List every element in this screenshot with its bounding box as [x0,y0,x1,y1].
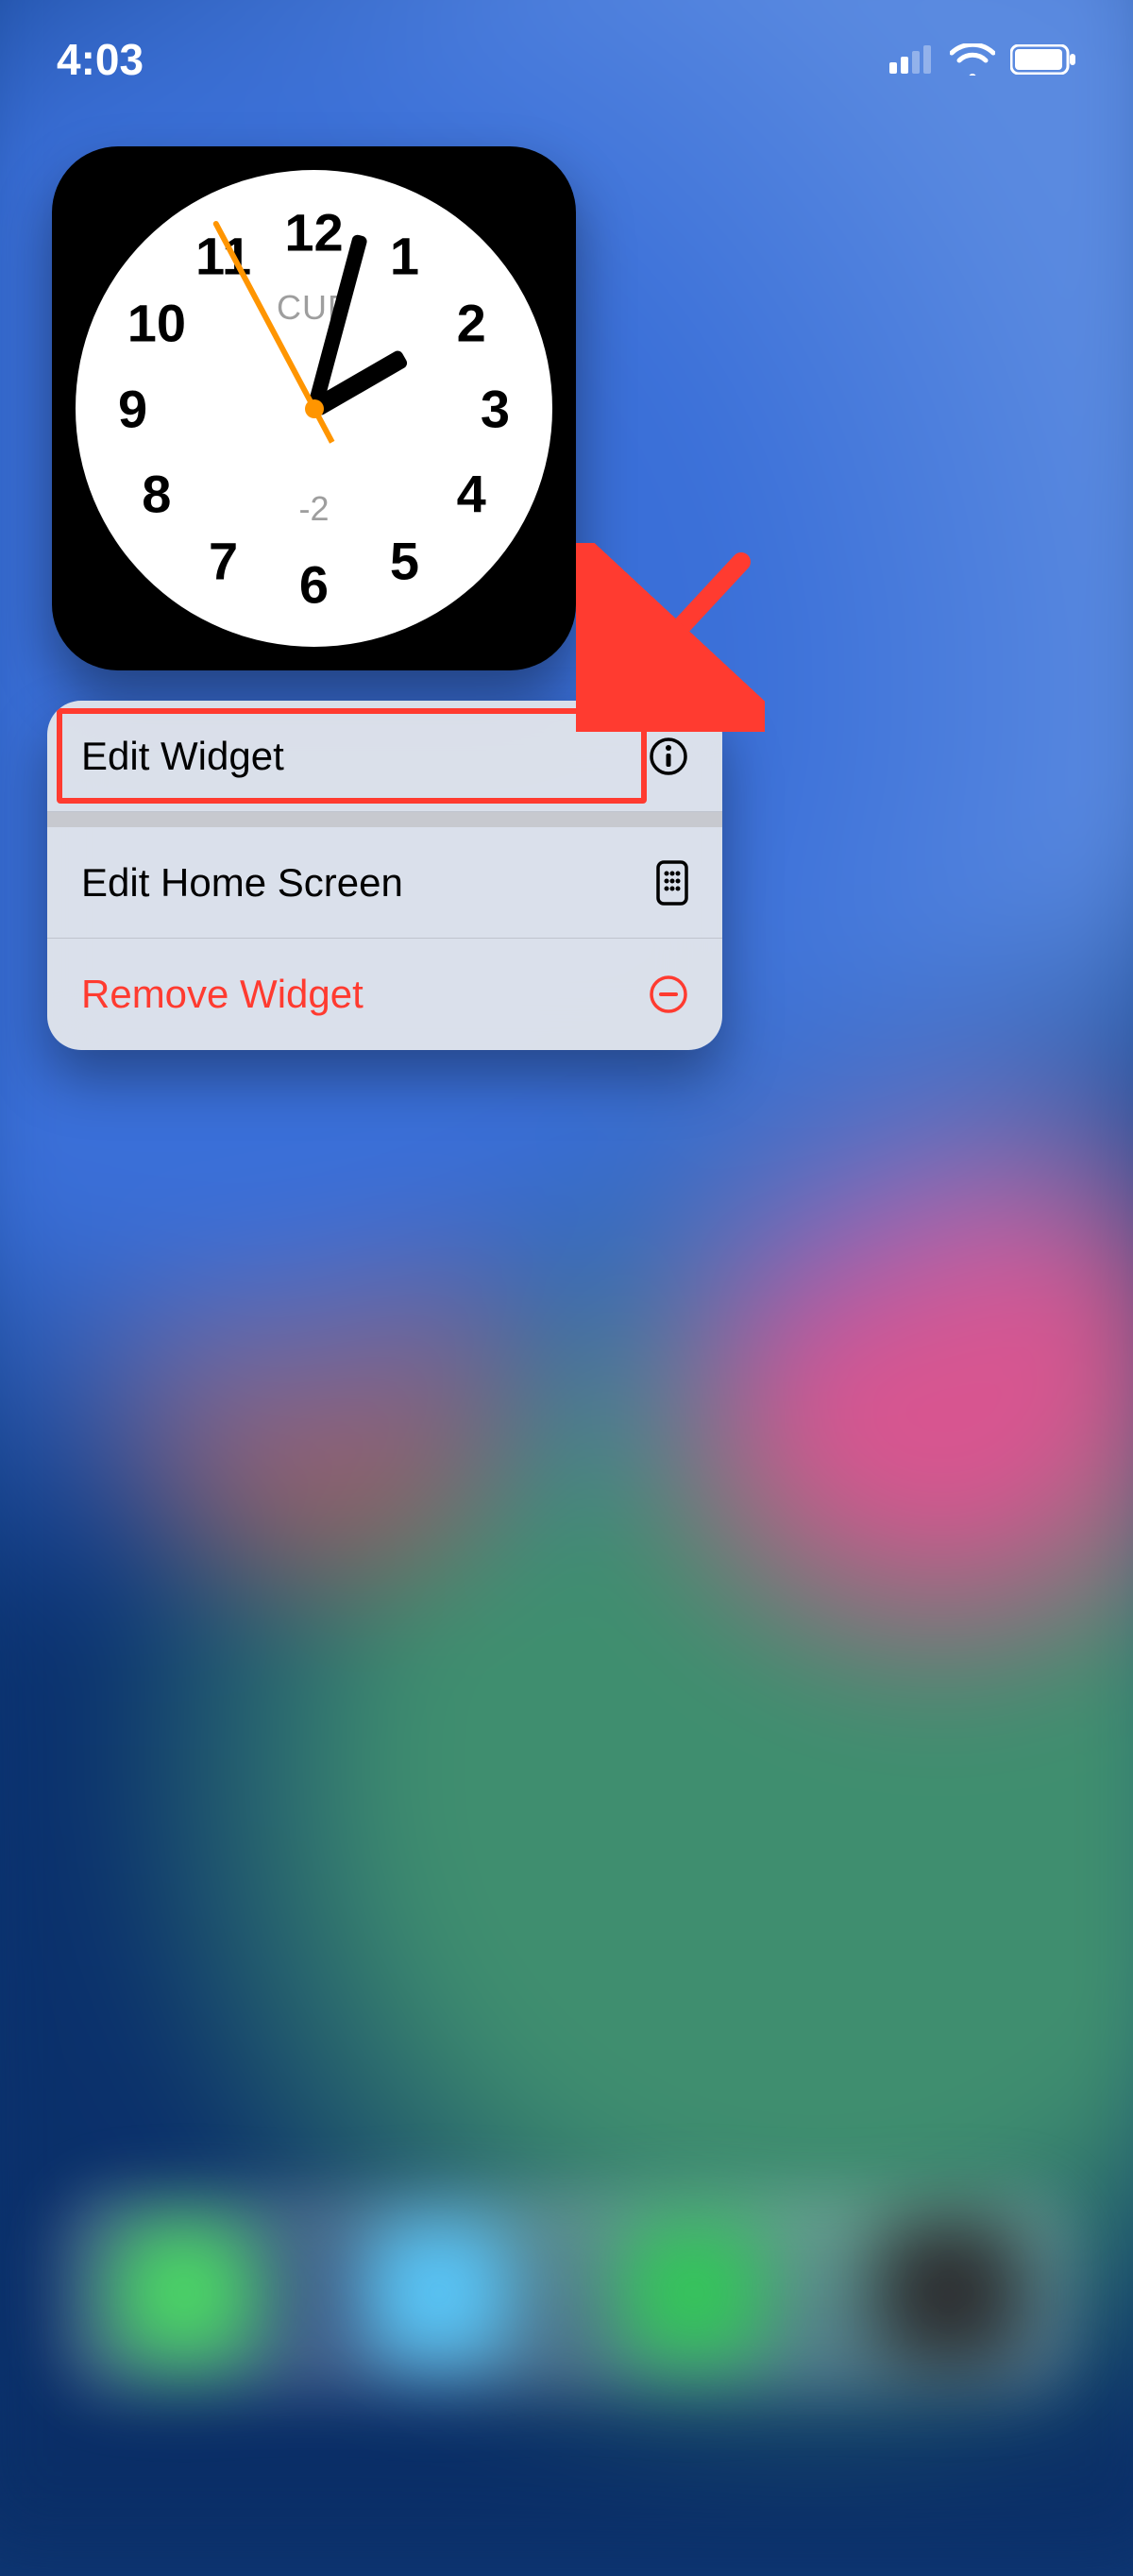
hour-mark: 3 [481,378,510,439]
menu-item-label: Edit Home Screen [81,860,403,906]
hour-mark: 2 [457,292,486,353]
battery-icon [1010,44,1076,75]
status-bar: 4:03 [0,26,1133,93]
menu-separator [47,812,722,827]
hour-mark: 6 [299,554,329,616]
hour-mark: 7 [209,531,238,592]
clock-widget[interactable]: CUP -2 12 1 2 3 4 5 6 7 8 9 10 11 [52,146,576,670]
hour-mark: 1 [390,225,419,286]
clock-face: CUP -2 12 1 2 3 4 5 6 7 8 9 10 11 [76,170,552,647]
hour-mark: 12 [284,201,343,263]
clock-center [305,399,324,418]
wifi-icon [950,43,995,76]
menu-item-label: Remove Widget [81,972,364,1017]
status-time: 4:03 [57,34,144,85]
hour-mark: 9 [118,378,147,439]
menu-item-label: Edit Widget [81,734,284,779]
hour-mark: 8 [142,464,171,525]
apps-phone-icon [656,860,688,906]
cellular-icon [889,45,935,74]
menu-item-edit-widget[interactable]: Edit Widget [47,701,722,812]
context-menu: Edit Widget Edit Home Screen Remove Widg… [47,701,722,1050]
hour-mark: 5 [390,531,419,592]
hour-mark: 10 [127,292,186,353]
dock-blur [57,2189,1076,2397]
hour-mark: 4 [457,464,486,525]
status-right [889,43,1076,76]
info-icon [649,737,688,776]
menu-item-edit-home-screen[interactable]: Edit Home Screen [47,827,722,939]
circle-minus-icon [649,974,688,1014]
menu-item-remove-widget[interactable]: Remove Widget [47,939,722,1050]
clock-offset-label: -2 [298,489,329,529]
